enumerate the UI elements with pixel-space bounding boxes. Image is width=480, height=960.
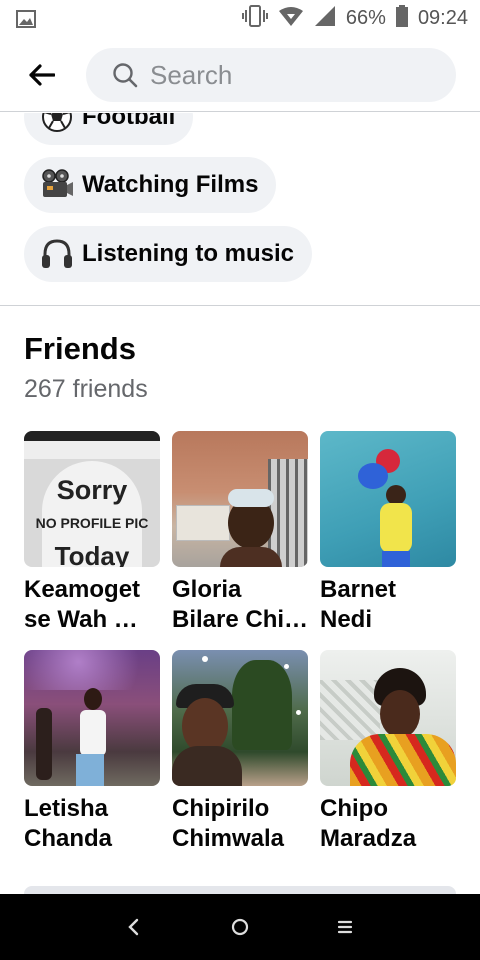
- battery-icon: [395, 4, 408, 32]
- friend-name-line: Chipo: [320, 795, 388, 822]
- search-input[interactable]: Search: [86, 48, 456, 102]
- friend-photo[interactable]: [24, 650, 160, 786]
- search-icon: [112, 62, 138, 88]
- clock: 09:24: [417, 6, 468, 29]
- friend-photo[interactable]: [320, 650, 456, 786]
- wifi-icon: [278, 5, 304, 32]
- friend-name[interactable]: Keamoget se Wah …: [24, 575, 164, 635]
- friend-name[interactable]: Chipirilo Chimwala: [172, 794, 312, 854]
- friend-name-line: Maradza: [320, 825, 417, 852]
- friend-card[interactable]: Chipirilo Chimwala: [172, 650, 308, 854]
- image-icon: [16, 10, 36, 33]
- hobby-chip-football[interactable]: Football: [24, 113, 194, 145]
- battery-percent: 66%: [345, 6, 386, 29]
- friends-heading[interactable]: Friends: [24, 331, 136, 367]
- headphones-icon: [40, 237, 74, 271]
- hobby-label: Watching Films: [82, 171, 259, 198]
- friend-photo[interactable]: Sorry NO PROFILE PIC Today: [24, 431, 160, 567]
- friend-name-line: Bilare Chi…: [172, 606, 309, 633]
- friend-name-line: Chipirilo: [172, 795, 270, 822]
- friend-name[interactable]: Letisha Chanda: [24, 794, 164, 854]
- friend-card[interactable]: Chipo Maradza: [320, 650, 456, 854]
- system-nav-bar: [0, 894, 480, 960]
- hobby-label: Listening to music: [82, 240, 295, 267]
- friend-name-line: Barnet: [320, 576, 397, 603]
- film-projector-icon: [40, 168, 74, 202]
- signal-icon: [314, 5, 336, 32]
- photo-text: Today: [54, 541, 130, 567]
- friend-name[interactable]: Barnet Nedi: [320, 575, 460, 635]
- hobby-chip-listening-to-music[interactable]: Listening to music: [24, 226, 313, 282]
- friend-card[interactable]: Gloria Bilare Chi…: [172, 431, 308, 635]
- friends-count: 267 friends: [24, 375, 148, 403]
- nav-menu-icon[interactable]: [330, 912, 360, 942]
- nav-home-icon[interactable]: [225, 912, 255, 942]
- see-all-friends-button[interactable]: [24, 886, 456, 894]
- friend-name[interactable]: Gloria Bilare Chi…: [172, 575, 312, 635]
- friend-name-line: Nedi: [320, 606, 373, 633]
- photo-text: NO PROFILE PIC: [35, 515, 149, 531]
- photo-text: Sorry: [56, 475, 128, 505]
- friend-name-line: Keamoget: [24, 576, 141, 603]
- friend-name[interactable]: Chipo Maradza: [320, 794, 460, 854]
- soccer-ball-icon: [40, 113, 74, 134]
- friend-name-line: Letisha: [24, 795, 109, 822]
- friend-name-line: Chimwala: [172, 825, 285, 852]
- section-divider: [0, 305, 480, 306]
- friend-card[interactable]: Sorry NO PROFILE PIC Today Keamoget se W…: [24, 431, 160, 635]
- friend-photo[interactable]: [320, 431, 456, 567]
- back-arrow-icon[interactable]: [22, 58, 62, 92]
- vibrate-icon: [241, 4, 268, 32]
- friend-photo[interactable]: [172, 650, 308, 786]
- nav-back-icon[interactable]: [119, 912, 149, 942]
- search-placeholder: Search: [150, 59, 233, 90]
- friend-name-line: Chanda: [24, 825, 113, 852]
- friend-card[interactable]: Barnet Nedi: [320, 431, 456, 635]
- top-header: Search: [0, 36, 480, 112]
- hobby-label: Football: [82, 113, 176, 130]
- friend-name-line: se Wah …: [24, 606, 138, 633]
- friend-card[interactable]: Letisha Chanda: [24, 650, 160, 854]
- friend-name-line: Gloria: [172, 576, 242, 603]
- friend-photo[interactable]: [172, 431, 308, 567]
- status-bar: 66% 09:24: [0, 0, 480, 36]
- profile-content: Football Watching Films Listening to mus…: [0, 113, 480, 894]
- hobby-chip-watching-films[interactable]: Watching Films: [24, 157, 277, 213]
